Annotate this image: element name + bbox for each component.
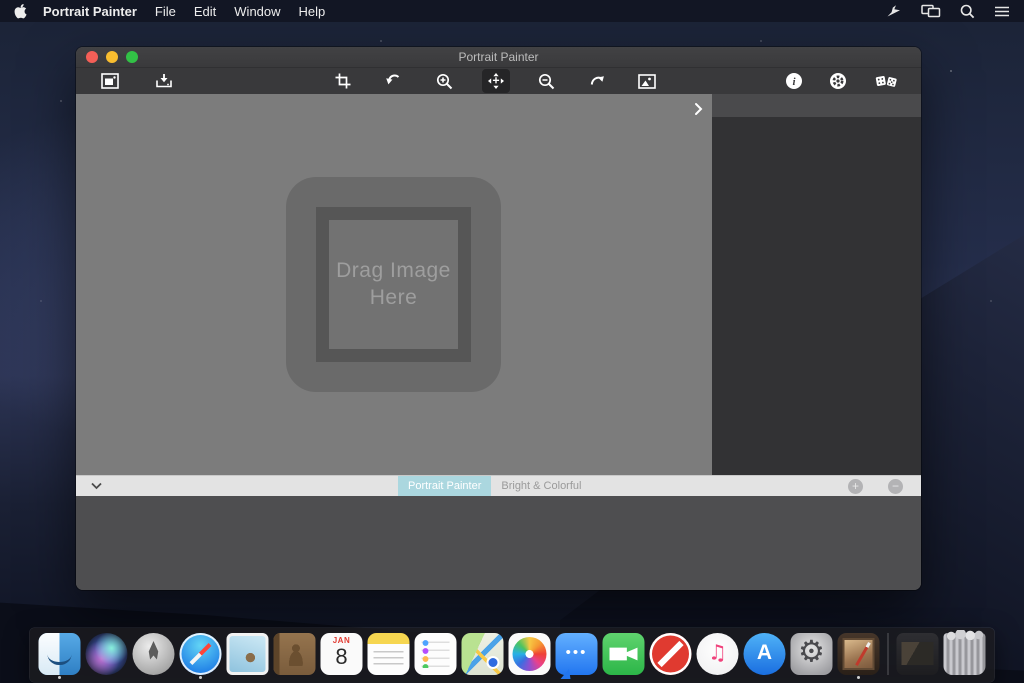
remove-preset-button[interactable]: − <box>888 479 903 494</box>
dock-item-launchpad[interactable] <box>133 633 175 679</box>
menu-file[interactable]: File <box>155 4 176 19</box>
close-button[interactable] <box>86 51 98 63</box>
preset-tab-portrait-painter[interactable]: Portrait Painter <box>398 476 491 497</box>
app-store-icon <box>744 633 786 675</box>
system-preferences-gear-icon <box>791 633 833 675</box>
itunes-note-icon <box>697 633 739 675</box>
dock-item-safari[interactable] <box>180 633 222 679</box>
pointer-status-icon[interactable] <box>886 4 902 18</box>
window-titlebar[interactable]: Portrait Painter <box>76 47 921 68</box>
contacts-book-icon <box>274 633 316 675</box>
dock: JAN 8 <box>30 628 995 682</box>
reminders-icon <box>415 633 457 675</box>
menu-bar-left: Portrait Painter File Edit Window Help <box>0 3 325 19</box>
preset-bar: Portrait Painter Bright & Colorful + − <box>76 475 921 496</box>
dock-item-maps[interactable] <box>462 633 504 679</box>
running-indicator <box>58 676 61 679</box>
randomize-dice-button[interactable] <box>870 69 902 93</box>
portrait-painter-window: Portrait Painter <box>76 47 921 590</box>
facetime-camera-icon <box>603 633 645 675</box>
finder-icon <box>39 633 81 675</box>
window-toolbar: i <box>76 68 921 94</box>
dock-item-trash[interactable] <box>944 633 986 679</box>
mail-stamp-icon <box>227 633 269 675</box>
rotate-left-button[interactable] <box>379 69 407 93</box>
maps-icon <box>462 633 504 675</box>
dock-item-facetime[interactable] <box>603 633 645 679</box>
photos-flower-icon <box>509 633 551 675</box>
dock-separator <box>888 633 889 675</box>
calendar-icon: JAN 8 <box>321 633 363 675</box>
right-panel-header <box>712 94 921 117</box>
window-title: Portrait Painter <box>76 50 921 64</box>
menu-window[interactable]: Window <box>234 4 280 19</box>
collapse-chevron-icon[interactable] <box>88 479 104 493</box>
menu-edit[interactable]: Edit <box>194 4 216 19</box>
downloads-folder-icon <box>897 633 939 675</box>
calendar-day: 8 <box>335 646 347 668</box>
zoom-out-button[interactable] <box>532 69 560 93</box>
crop-button[interactable] <box>329 69 357 93</box>
dock-item-contacts[interactable] <box>274 633 316 679</box>
traffic-lights <box>86 51 138 63</box>
launchpad-rocket-icon <box>133 633 175 675</box>
info-button[interactable]: i <box>780 69 808 93</box>
apple-menu-icon[interactable] <box>14 3 27 19</box>
export-save-button[interactable] <box>150 69 178 93</box>
preset-drawer-panel <box>76 496 921 590</box>
siri-icon <box>86 633 128 675</box>
add-preset-button[interactable]: + <box>848 479 863 494</box>
dock-item-finder[interactable] <box>39 633 81 679</box>
portrait-painter-app-icon <box>838 633 880 675</box>
dock-item-siri[interactable] <box>86 633 128 679</box>
dock-item-messages[interactable] <box>556 633 598 679</box>
menu-app-name[interactable]: Portrait Painter <box>43 4 137 19</box>
notes-icon <box>368 633 410 675</box>
dock-item-system-preferences[interactable] <box>791 633 833 679</box>
prohibited-icon <box>650 633 692 675</box>
dock-item-itunes[interactable] <box>697 633 739 679</box>
messages-bubble-icon <box>556 633 598 675</box>
right-panel <box>712 117 921 475</box>
notification-center-icon[interactable] <box>994 5 1010 18</box>
expand-panel-chevron-icon[interactable] <box>690 101 706 117</box>
zoom-in-button[interactable] <box>430 69 458 93</box>
preset-tab-bright-colorful[interactable]: Bright & Colorful <box>491 476 591 497</box>
settings-button[interactable] <box>824 69 852 93</box>
open-image-button[interactable] <box>96 69 124 93</box>
dock-item-photos[interactable] <box>509 633 551 679</box>
dock-item-downloads-folder[interactable] <box>897 633 939 679</box>
menu-help[interactable]: Help <box>299 4 326 19</box>
running-indicator <box>857 676 860 679</box>
dock-item-mail[interactable] <box>227 633 269 679</box>
dock-item-app-store[interactable] <box>744 633 786 679</box>
preset-tabs: Portrait Painter Bright & Colorful <box>398 476 591 497</box>
preview-original-button[interactable] <box>633 69 661 93</box>
running-indicator <box>199 676 202 679</box>
displays-status-icon[interactable] <box>921 4 941 19</box>
zoom-button[interactable] <box>126 51 138 63</box>
dock-item-portrait-painter[interactable] <box>838 633 880 679</box>
dropzone-text: Drag Image Here <box>336 258 451 311</box>
dock-item-blocked-app[interactable] <box>650 633 692 679</box>
trash-icon <box>944 633 986 675</box>
safari-compass-icon <box>180 633 222 675</box>
image-canvas[interactable]: Drag Image Here <box>76 94 712 475</box>
spotlight-search-icon[interactable] <box>960 4 975 19</box>
dock-item-reminders[interactable] <box>415 633 457 679</box>
dock-item-calendar[interactable]: JAN 8 <box>321 633 363 679</box>
dropzone-frame: Drag Image Here <box>316 207 471 362</box>
image-dropzone[interactable]: Drag Image Here <box>286 177 501 392</box>
dock-item-notes[interactable] <box>368 633 410 679</box>
menu-bar-status-area <box>886 4 1010 19</box>
window-content: Drag Image Here <box>76 94 921 475</box>
minimize-button[interactable] <box>106 51 118 63</box>
menu-bar: Portrait Painter File Edit Window Help <box>0 0 1024 22</box>
move-tool-button[interactable] <box>482 69 510 93</box>
rotate-right-button[interactable] <box>583 69 611 93</box>
